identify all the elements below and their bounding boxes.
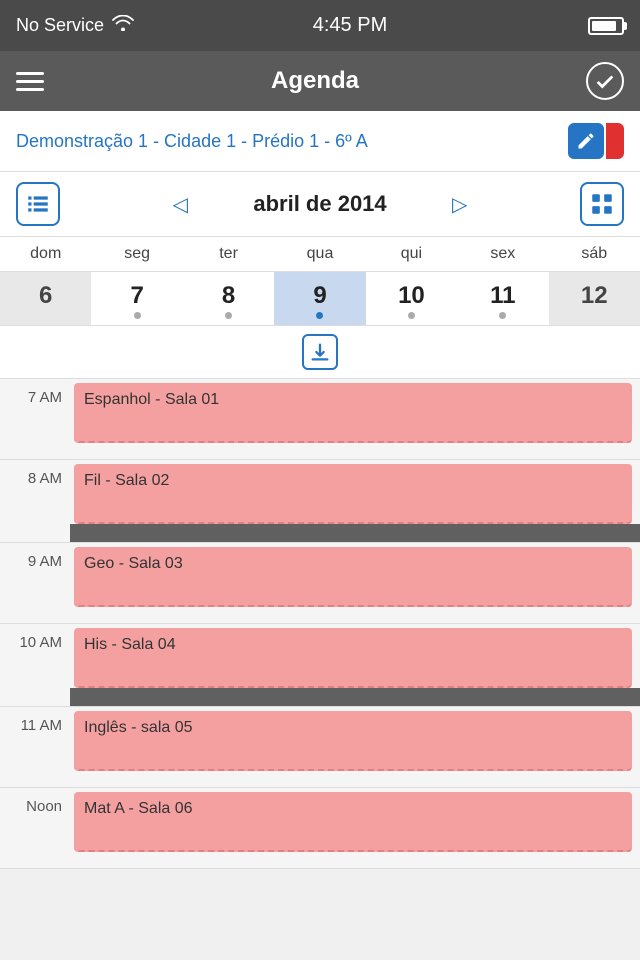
day-header-sex: sex xyxy=(457,241,548,267)
day-cell-6[interactable]: 6 xyxy=(0,272,91,325)
day-header-seg: seg xyxy=(91,241,182,267)
signal-text: No Service xyxy=(16,15,104,36)
event-geo[interactable]: Geo - Sala 03 xyxy=(74,547,632,607)
menu-button[interactable] xyxy=(16,72,44,91)
check-button[interactable] xyxy=(586,62,624,100)
month-label: abril de 2014 xyxy=(220,191,420,217)
event-his[interactable]: His - Sala 04 xyxy=(74,628,632,688)
day-headers: dom seg ter qua qui sex sáb xyxy=(0,237,640,272)
event-espanhol[interactable]: Espanhol - Sala 01 xyxy=(74,383,632,443)
day-cell-7[interactable]: 7 xyxy=(91,272,182,325)
grid-view-button[interactable] xyxy=(580,182,624,226)
subtitle-text: Demonstração 1 - Cidade 1 - Prédio 1 - 6… xyxy=(16,131,568,152)
time-slot-11am: 11 AM Inglês - sala 05 xyxy=(0,707,640,788)
day-header-dom: dom xyxy=(0,241,91,267)
status-time: 4:45 PM xyxy=(313,14,387,37)
day-header-ter: ter xyxy=(183,241,274,267)
list-view-button[interactable] xyxy=(16,182,60,226)
time-content-noon: Mat A - Sala 06 xyxy=(70,788,640,868)
time-content-8am: Fil - Sala 02 xyxy=(70,460,640,542)
time-slot-9am: 9 AM Geo - Sala 03 xyxy=(0,543,640,624)
time-content-11am: Inglês - sala 05 xyxy=(70,707,640,787)
day-header-qua: qua xyxy=(274,241,365,267)
nav-title: Agenda xyxy=(271,67,359,95)
day-cell-8[interactable]: 8 xyxy=(183,272,274,325)
day-header-sab: sáb xyxy=(549,241,640,267)
next-month-button[interactable]: ▷ xyxy=(444,188,475,221)
event-fil[interactable]: Fil - Sala 02 xyxy=(74,464,632,524)
schedule: 7 AM Espanhol - Sala 01 8 AM Fil - Sala … xyxy=(0,379,640,869)
time-label-11am: 11 AM xyxy=(0,707,70,734)
day-cell-11[interactable]: 11 xyxy=(457,272,548,325)
red-partial-icon xyxy=(606,123,624,159)
day-numbers: 6 7 8 9 10 11 12 xyxy=(0,272,640,326)
time-label-9am: 9 AM xyxy=(0,543,70,570)
time-content-9am: Geo - Sala 03 xyxy=(70,543,640,623)
subtitle-bar: Demonstração 1 - Cidade 1 - Prédio 1 - 6… xyxy=(0,111,640,172)
day-header-qui: qui xyxy=(366,241,457,267)
time-slot-8am: 8 AM Fil - Sala 02 xyxy=(0,460,640,543)
download-button[interactable] xyxy=(302,334,338,370)
day-cell-9[interactable]: 9 xyxy=(274,272,365,325)
day-cell-12[interactable]: 12 xyxy=(549,272,640,325)
time-label-7am: 7 AM xyxy=(0,379,70,406)
prev-month-button[interactable]: ◁ xyxy=(165,188,196,221)
time-slot-7am: 7 AM Espanhol - Sala 01 xyxy=(0,379,640,460)
time-label-noon: Noon xyxy=(0,788,70,815)
battery-icon xyxy=(588,17,624,35)
event-mata[interactable]: Mat A - Sala 06 xyxy=(74,792,632,852)
status-bar: No Service 4:45 PM xyxy=(0,0,640,51)
day-cell-10[interactable]: 10 xyxy=(366,272,457,325)
event-ingles[interactable]: Inglês - sala 05 xyxy=(74,711,632,771)
time-label-8am: 8 AM xyxy=(0,460,70,487)
download-indicator xyxy=(0,326,640,379)
nav-bar: Agenda xyxy=(0,51,640,111)
dark-separator-8am xyxy=(70,524,640,542)
time-slot-10am: 10 AM His - Sala 04 xyxy=(0,624,640,707)
wifi-icon xyxy=(112,15,134,36)
time-label-10am: 10 AM xyxy=(0,624,70,651)
time-content-7am: Espanhol - Sala 01 xyxy=(70,379,640,459)
calendar-controls: ◁ abril de 2014 ▷ xyxy=(0,172,640,237)
time-slot-noon: Noon Mat A - Sala 06 xyxy=(0,788,640,869)
time-content-10am: His - Sala 04 xyxy=(70,624,640,706)
dark-separator-10am xyxy=(70,688,640,706)
edit-button[interactable] xyxy=(568,123,604,159)
